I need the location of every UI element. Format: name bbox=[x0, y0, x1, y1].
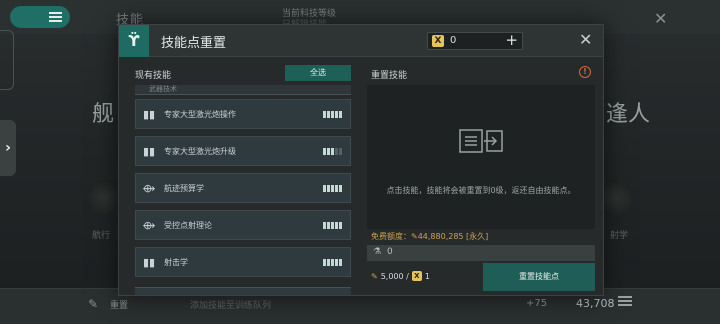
level-pip bbox=[323, 185, 326, 192]
level-pip bbox=[335, 185, 338, 192]
skill-level-bars bbox=[323, 222, 342, 229]
current-skills-panel: 现有技能 全选 武器技术 ▮▮ 专家大型激光炮操作 ▮▮ 专家大型激光炮升级 ⟴ 航迹预算… bbox=[127, 65, 359, 295]
empty-state-text: 点击技能，技能将会被重置到0级，返还自由技能点。 bbox=[386, 186, 576, 195]
bg-points: 43,708 bbox=[576, 297, 615, 310]
level-pip bbox=[331, 111, 334, 118]
skill-reset-dialog: ϔ 技能点重置 X 0 + ✕ 现有技能 全选 武器技术 ▮▮ 专家大型激光炮操作… bbox=[118, 24, 604, 296]
dialog-title: 技能点重置 bbox=[161, 36, 227, 51]
skill-level-bars bbox=[323, 111, 342, 118]
current-skills-title: 现有技能 bbox=[135, 71, 172, 81]
bars-icon: ▮▮ bbox=[142, 108, 156, 121]
skill-level-bars bbox=[323, 148, 342, 155]
skill-name: 专家大型激光炮升级 bbox=[164, 147, 236, 156]
select-all-button[interactable]: 全选 bbox=[285, 65, 351, 81]
level-pip bbox=[323, 111, 326, 118]
transfer-list-icon bbox=[459, 129, 503, 153]
skill-list[interactable]: 武器技术 ▮▮ 专家大型激光炮操作 ▮▮ 专家大型激光炮升级 ⟴ 航迹预算学 ⟴ 受控点射理论… bbox=[135, 85, 357, 295]
add-currency-button[interactable]: + bbox=[505, 31, 518, 49]
bg-close-icon[interactable]: ✕ bbox=[654, 9, 667, 28]
level-pip bbox=[323, 259, 326, 266]
close-dialog-button[interactable]: ✕ bbox=[579, 30, 592, 49]
reset-cost-line: ✎ 5,000 / X 1 bbox=[371, 271, 430, 281]
level-pip bbox=[327, 259, 330, 266]
x-token-icon: X bbox=[432, 35, 444, 47]
level-pip bbox=[339, 222, 342, 229]
skill-row[interactable]: ▮▮ 射击学 bbox=[135, 247, 351, 277]
level-pip bbox=[335, 222, 338, 229]
chevron-right-icon: › bbox=[5, 140, 11, 156]
reset-drop-area: 点击技能，技能将会被重置到0级，返还自由技能点。 bbox=[367, 85, 595, 229]
skillpoint-icon: ✎ bbox=[371, 271, 378, 281]
expand-arrow-button[interactable]: › bbox=[0, 120, 16, 176]
currency-value: 0 bbox=[450, 35, 457, 46]
reset-amount-value: 0 bbox=[387, 247, 393, 257]
level-pip bbox=[335, 148, 338, 155]
skillpoint-icon: ✎ bbox=[411, 232, 418, 241]
free-quota-label: 免费额度： bbox=[371, 232, 411, 241]
skill-group-label: 武器技术 bbox=[149, 85, 177, 93]
dialog-header: ϔ 技能点重置 X 0 + ✕ bbox=[119, 25, 603, 57]
skill-row[interactable]: ▮▮ 专家大型激光炮操作 bbox=[135, 99, 351, 129]
warning-icon[interactable]: ! bbox=[579, 66, 591, 78]
trajectory-icon: ⟴ bbox=[142, 219, 156, 232]
bg-category-right: 逢人 bbox=[606, 102, 651, 127]
level-pip bbox=[327, 185, 330, 192]
skill-name: 航迹预算学 bbox=[164, 184, 204, 193]
hamburger-icon bbox=[49, 16, 62, 18]
reset-skillpoints-button[interactable]: 重置技能点 bbox=[483, 263, 595, 291]
reset-skills-panel: 重置技能 ! 点击技能，技能将会被重置到0级，返还自由技能点。 免费额度：✎44… bbox=[365, 65, 597, 295]
skill-name: 射击学 bbox=[164, 258, 188, 267]
skill-list-cut-row bbox=[135, 287, 351, 295]
reset-skills-title: 重置技能 bbox=[371, 71, 408, 81]
level-pip bbox=[327, 148, 330, 155]
list-icon[interactable] bbox=[618, 296, 632, 298]
bg-planet-left bbox=[86, 180, 122, 216]
level-pip bbox=[323, 222, 326, 229]
level-pip bbox=[323, 148, 326, 155]
cost-x-value: 1 bbox=[424, 271, 430, 281]
level-pip bbox=[331, 148, 334, 155]
bg-count: +75 bbox=[526, 298, 548, 309]
bars-icon: ▮▮ bbox=[142, 256, 156, 269]
current-skills-header: 现有技能 全选 bbox=[127, 65, 359, 83]
free-quota-value: 44,880,285 [永久] bbox=[417, 232, 489, 241]
skill-group-header: 武器技术 bbox=[135, 85, 351, 95]
x-token-icon: X bbox=[411, 271, 422, 281]
level-pip bbox=[331, 259, 334, 266]
bars-icon: ▮▮ bbox=[142, 145, 156, 158]
skill-row[interactable]: ⟴ 受控点射理论 bbox=[135, 210, 351, 240]
bg-queue-label: 添加技能至训练队列 bbox=[190, 301, 272, 311]
bg-reset-button[interactable]: 重置 bbox=[110, 298, 128, 311]
level-pip bbox=[335, 259, 338, 266]
free-quota-line: 免费额度：✎44,880,285 [永久] bbox=[371, 231, 488, 242]
skill-row[interactable]: ⟴ 航迹预算学 bbox=[135, 173, 351, 203]
skill-logo-icon: ϔ bbox=[119, 25, 149, 57]
level-pip bbox=[339, 185, 342, 192]
level-pip bbox=[339, 148, 342, 155]
menu-button[interactable] bbox=[10, 6, 70, 28]
level-pip bbox=[327, 222, 330, 229]
level-pip bbox=[331, 222, 334, 229]
skill-name: 受控点射理论 bbox=[164, 221, 212, 230]
level-pip bbox=[335, 111, 338, 118]
bg-left-panel bbox=[0, 30, 14, 90]
bg-label-left: 航行 bbox=[92, 231, 111, 241]
level-pip bbox=[339, 111, 342, 118]
skillpoint-icon: ⚗ bbox=[373, 247, 382, 257]
skill-level-bars bbox=[323, 185, 342, 192]
bg-label-right: 射学 bbox=[610, 231, 629, 241]
skill-level-bars bbox=[323, 259, 342, 266]
level-pip bbox=[331, 185, 334, 192]
reset-amount-field[interactable]: ⚗ 0 bbox=[367, 245, 595, 261]
reset-tool-icon: ✎ bbox=[88, 297, 99, 311]
level-pip bbox=[339, 259, 342, 266]
level-pip bbox=[327, 111, 330, 118]
bg-category-left: 舰 bbox=[92, 102, 115, 127]
cost-skillpoints: 5,000 / bbox=[380, 271, 409, 281]
trajectory-icon: ⟴ bbox=[142, 182, 156, 195]
currency-box: X 0 + bbox=[427, 31, 523, 50]
skill-name: 专家大型激光炮操作 bbox=[164, 110, 236, 119]
skill-row[interactable]: ▮▮ 专家大型激光炮升级 bbox=[135, 136, 351, 166]
